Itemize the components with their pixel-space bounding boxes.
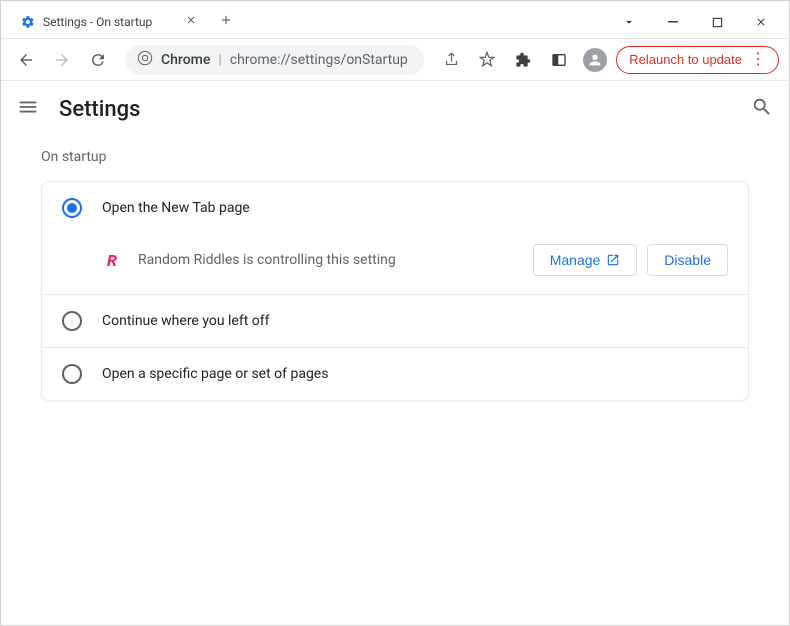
bookmark-icon[interactable] [472, 45, 502, 75]
extensions-icon[interactable] [508, 45, 538, 75]
gear-icon [21, 15, 35, 29]
manage-button[interactable]: Manage [533, 244, 638, 276]
section-title: On startup [41, 149, 749, 165]
menu-icon[interactable] [17, 96, 39, 122]
forward-button[interactable] [47, 45, 77, 75]
omnibox-path: chrome://settings/onStartup [230, 52, 408, 68]
extension-control-row: R Random Riddles is controlling this set… [42, 234, 748, 294]
share-icon[interactable] [436, 45, 466, 75]
address-bar[interactable]: Chrome | chrome://settings/onStartup [125, 45, 424, 75]
extension-control-text: Random Riddles is controlling this setti… [138, 252, 396, 268]
sidepanel-icon[interactable] [544, 45, 574, 75]
omnibox-separator: | [218, 52, 221, 68]
content-area: On startup Open the New Tab page R Rando… [1, 137, 789, 413]
search-icon[interactable] [751, 96, 773, 122]
close-button[interactable] [741, 9, 781, 35]
manage-label: Manage [550, 252, 601, 268]
radio-label: Open a specific page or set of pages [102, 366, 328, 382]
titlebar: Settings - On startup [1, 1, 789, 39]
window-controls [609, 1, 789, 35]
radio-selected-icon [62, 198, 82, 218]
extension-app-icon: R [102, 250, 122, 270]
chevron-down-icon[interactable] [609, 9, 649, 35]
disable-label: Disable [664, 252, 711, 268]
radio-label: Open the New Tab page [102, 200, 250, 216]
radio-label: Continue where you left off [102, 313, 270, 329]
radio-specific-pages[interactable]: Open a specific page or set of pages [42, 348, 748, 400]
tab-title: Settings - On startup [43, 15, 152, 29]
profile-avatar[interactable] [580, 45, 610, 75]
toolbar: Chrome | chrome://settings/onStartup Rel… [1, 39, 789, 81]
page-title: Settings [59, 97, 140, 122]
relaunch-button[interactable]: Relaunch to update ⋮ [616, 46, 779, 74]
disable-button[interactable]: Disable [647, 244, 728, 276]
open-external-icon [606, 253, 620, 267]
extension-actions: Manage Disable [533, 244, 728, 276]
maximize-button[interactable] [697, 9, 737, 35]
radio-icon [62, 311, 82, 331]
omnibox-prefix: Chrome [161, 52, 210, 68]
radio-icon [62, 364, 82, 384]
more-icon: ⋮ [750, 52, 766, 68]
radio-open-new-tab[interactable]: Open the New Tab page [42, 182, 748, 234]
chrome-icon [137, 50, 153, 70]
back-button[interactable] [11, 45, 41, 75]
minimize-button[interactable] [653, 9, 693, 35]
close-icon[interactable] [185, 14, 197, 30]
radio-continue[interactable]: Continue where you left off [42, 295, 748, 347]
relaunch-label: Relaunch to update [629, 52, 742, 67]
browser-tab[interactable]: Settings - On startup [9, 6, 209, 38]
reload-button[interactable] [83, 45, 113, 75]
settings-header: Settings [1, 81, 789, 137]
browser-window: Settings - On startup [0, 0, 790, 626]
startup-card: Open the New Tab page R Random Riddles i… [41, 181, 749, 401]
new-tab-button[interactable] [209, 5, 243, 38]
